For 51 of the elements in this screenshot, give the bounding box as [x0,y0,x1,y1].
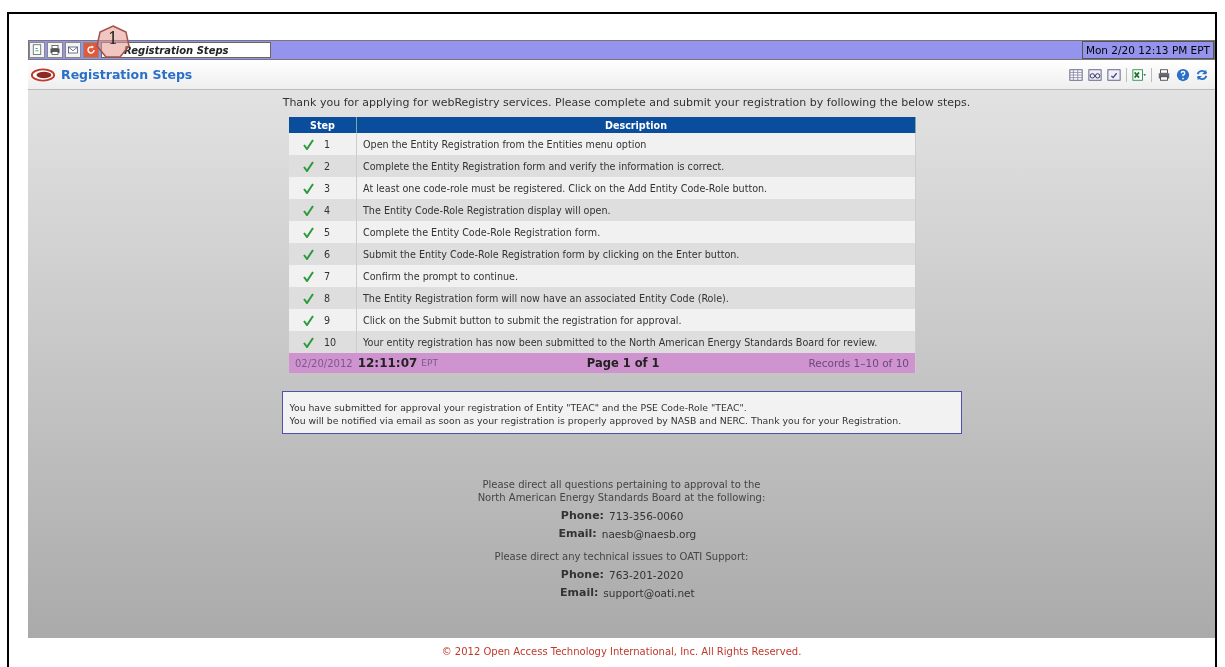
contact-intro: North American Energy Standards Board at the following: [477,491,766,504]
table-cell: The Entity Registration form will now have an associated Entity Code (Role). [356,287,916,309]
table-cell: Complete the Entity Registration form and verify the information is correct. [356,155,916,177]
logo-icon [30,67,56,82]
email-label: Email: [559,587,599,599]
refresh-icon[interactable] [1195,67,1209,82]
footer-timezone: EPT [421,358,438,368]
table-cell: At least one code-role must be registered. Click on the Add Entity Code-Role button. [356,177,916,199]
table-cell: The Entity Code-Role Registration display will open. [356,199,916,221]
step-number: 5 [324,226,331,238]
step-number: 1 [324,138,331,150]
copyright-text: © 2012 Open Access Technology International, Inc. All Rights Reserved. [440,646,803,657]
phone-label: Phone: [559,569,604,581]
column-header: Step [289,117,357,133]
step-number: 6 [324,248,331,260]
step-number: 8 [324,292,331,304]
phone-label: Phone: [559,510,604,522]
phone-number: 713-356-0060 [609,510,685,522]
contact-intro: Please direct any technical issues to OATI Support: [494,550,749,563]
clock: Mon 2/20 12:13 PM EPT [1081,41,1214,59]
checklist-icon[interactable] [1107,67,1121,82]
page-indicator: Page 1 of 1 [585,356,661,370]
confirmation-message: You have submitted for approval your registration of Entity "TEAC" and the PSE Code-Role "TEAC". You will be notified via email as soon as your registration is properly approved by NASB and NERC. Thank you for your Registration. [281,391,962,434]
help-icon[interactable] [1176,67,1190,82]
glasses-icon[interactable] [1088,67,1102,82]
footer-time: 12:11:07 [357,356,418,370]
phone-number: 763-201-2020 [609,569,685,581]
table-cell: Submit the Entity Code-Role Registration form by clicking on the Enter button. [356,243,916,265]
step-number: 2 [324,160,331,172]
intro-text: Thank you for applying for webRegistry services. Please complete and submit your registration by following the below steps. [281,96,971,109]
table-cell: Complete the Entity Code-Role Registration form. [356,221,916,243]
table-cell: Click on the Submit button to submit the registration for approval. [356,309,916,331]
print-icon[interactable] [1157,67,1171,82]
spreadsheet-icon[interactable] [1132,67,1146,82]
step-number: 3 [324,182,331,194]
email-address: support@oati.net [603,587,695,599]
page-title: Registration Steps [61,67,193,82]
table-cell: Confirm the prompt to continue. [356,265,916,287]
table-cell: Your entity registration has now been submitted to the North American Energy Standards Board for review. [356,331,916,353]
grid-icon[interactable] [1069,67,1083,82]
step-number: 10 [324,336,337,348]
step-number: 4 [324,204,331,216]
step-number: 9 [324,314,331,326]
email-label: Email: [557,528,597,540]
contact-intro: Please direct all questions pertaining to approval to the [482,478,761,491]
footer-date: 02/20/2012 [295,357,353,369]
column-header: Description [356,117,916,133]
step-number: 7 [324,270,331,282]
table-cell: Open the Entity Registration from the Entities menu option [356,133,916,155]
record-count: Records 1–10 of 10 [808,357,909,369]
email-address: naesb@naesb.org [601,528,697,540]
